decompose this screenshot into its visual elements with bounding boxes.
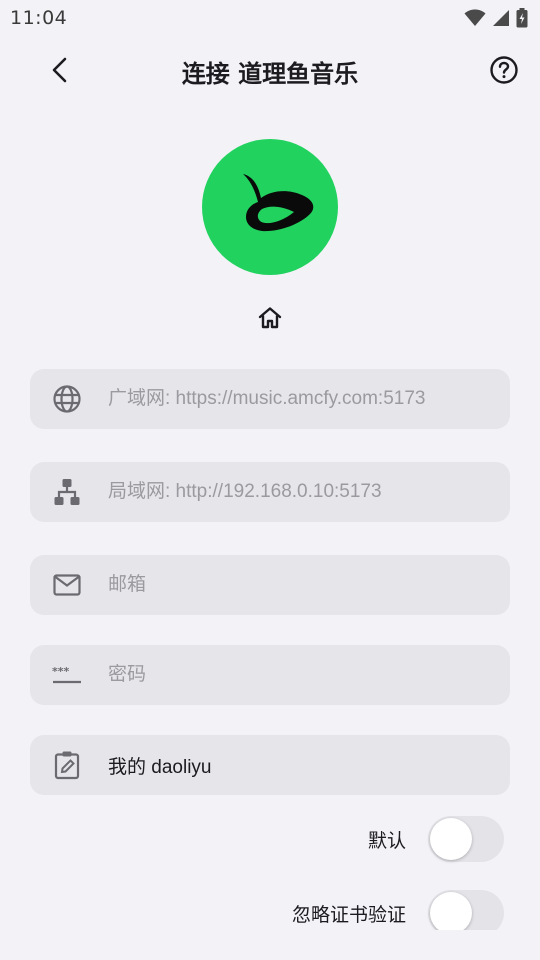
signal-icon <box>493 10 509 26</box>
email-input[interactable] <box>108 555 498 615</box>
app-logo <box>202 139 338 275</box>
daoliyu-logo-icon <box>243 174 314 232</box>
mail-icon <box>52 570 82 600</box>
help-circle-icon <box>490 56 518 84</box>
battery-charging-icon <box>516 8 528 28</box>
default-toggle-row: 默认 <box>368 815 504 863</box>
scroll-clip-edge <box>0 930 540 960</box>
wifi-icon <box>464 9 486 26</box>
switch-knob <box>430 892 472 934</box>
home-icon[interactable] <box>257 305 283 331</box>
status-bar: 11:04 <box>0 0 540 36</box>
status-icons <box>464 8 528 28</box>
password-field[interactable]: *** <box>30 645 510 705</box>
page-title: 连接 道理鱼音乐 <box>181 60 359 88</box>
password-input[interactable] <box>108 645 498 705</box>
wan-url-input[interactable] <box>108 369 498 429</box>
ignore-cert-toggle-label: 忽略证书验证 <box>291 903 406 926</box>
status-time: 11:04 <box>10 7 68 29</box>
app-bar: 连接 道理鱼音乐 <box>0 40 540 100</box>
help-button[interactable] <box>482 48 526 92</box>
email-field[interactable] <box>30 555 510 615</box>
lan-url-input[interactable] <box>108 462 498 522</box>
sitemap-icon <box>52 477 82 507</box>
server-name-field[interactable] <box>30 735 510 795</box>
switch-knob <box>430 818 472 860</box>
wan-url-field[interactable] <box>30 369 510 429</box>
svg-text:***: *** <box>52 665 70 678</box>
default-toggle-label: 默认 <box>367 829 406 852</box>
edit-clipboard-icon <box>52 750 82 780</box>
globe-icon <box>52 384 82 414</box>
lan-url-field[interactable] <box>30 462 510 522</box>
server-name-input[interactable] <box>108 735 498 795</box>
default-switch[interactable] <box>428 816 504 862</box>
password-icon: *** <box>52 660 82 690</box>
